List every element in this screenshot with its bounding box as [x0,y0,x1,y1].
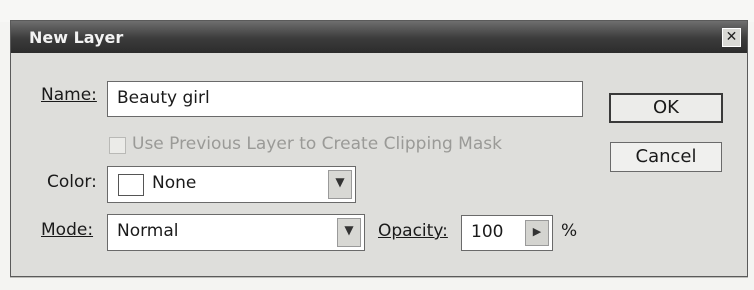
color-dropdown[interactable]: None ▼ [107,166,356,203]
opacity-label: Opacity: [378,221,448,241]
dialog-titlebar: New Layer ✕ [11,21,747,53]
color-swatch [118,174,144,196]
mode-label: Mode: [41,220,93,240]
clipping-mask-checkbox[interactable] [109,137,126,154]
mode-label-text: Mode: [41,220,94,240]
mode-dropdown-value: Normal [117,221,179,241]
ok-button[interactable]: OK [609,93,723,123]
opacity-input[interactable]: 100 ▶ [461,215,553,251]
chevron-down-icon: ▼ [337,218,361,247]
close-button[interactable]: ✕ [722,28,741,47]
dialog-title: New Layer [29,28,124,47]
clipping-mask-label: Use Previous Layer to Create Clipping Ma… [132,134,502,154]
new-layer-dialog: New Layer ✕ Name: Beauty girl Use Previo… [10,20,748,277]
ok-button-label: OK [653,97,679,118]
color-dropdown-value: None [152,173,197,193]
name-input-value: Beauty girl [117,88,210,108]
color-label-text: Color: [47,172,97,192]
opacity-input-value: 100 [471,222,504,242]
mode-dropdown[interactable]: Normal ▼ [107,214,365,251]
opacity-unit: % [561,221,578,241]
page-background [0,0,754,22]
name-input[interactable]: Beauty girl [107,81,583,117]
cancel-button[interactable]: Cancel [610,142,722,172]
cancel-button-label: Cancel [635,146,697,167]
close-icon: ✕ [725,29,738,45]
opacity-label-text: Opacity: [378,221,448,241]
name-label: Name: [41,85,97,105]
color-label: Color: [47,172,97,192]
chevron-down-icon: ▼ [328,170,352,199]
name-label-text: Name: [41,85,97,105]
triangle-right-icon[interactable]: ▶ [525,220,549,246]
